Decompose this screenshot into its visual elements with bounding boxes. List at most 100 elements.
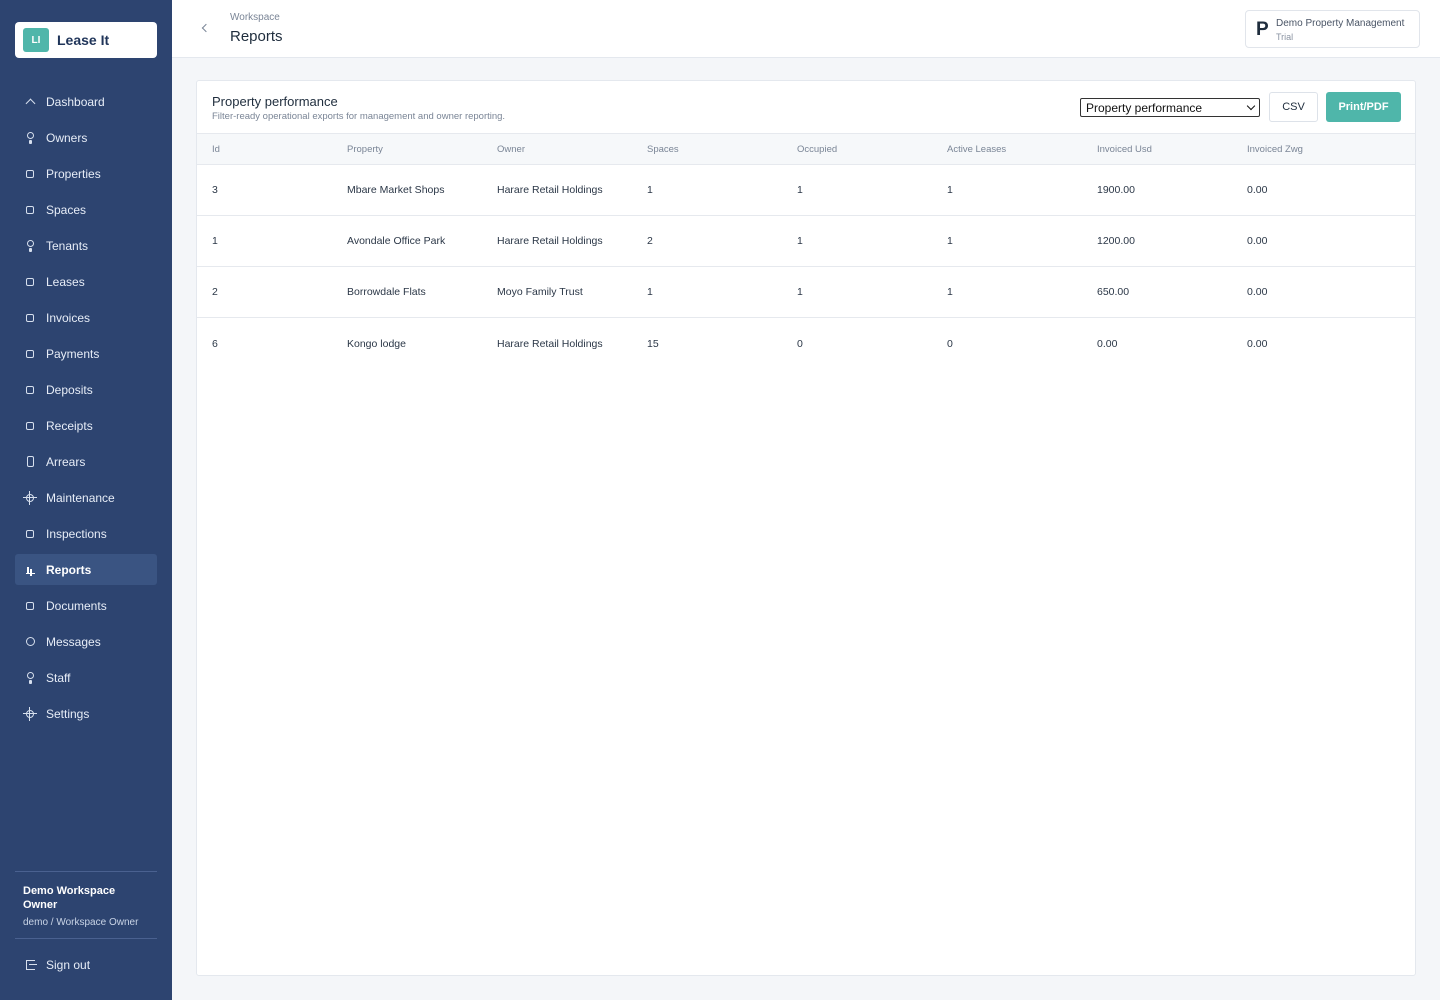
sidebar-item-invoices[interactable]: Invoices <box>15 302 157 333</box>
sidebar-item-label: Staff <box>46 670 71 685</box>
square-icon <box>23 311 37 325</box>
app-logo[interactable]: LI Lease It <box>15 22 157 58</box>
cell-occupied: 1 <box>797 184 803 196</box>
sidebar-item-messages[interactable]: Messages <box>15 626 157 657</box>
report-table: Id Property Owner Spaces Occupied Active… <box>197 133 1415 369</box>
csv-export-button[interactable]: CSV <box>1269 92 1318 122</box>
logo-mark: LI <box>23 28 49 52</box>
table-row[interactable]: 6 Kongo lodge Harare Retail Holdings 15 … <box>197 318 1415 369</box>
sidebar-item-deposits[interactable]: Deposits <box>15 374 157 405</box>
report-type-select[interactable]: Property performance <box>1080 98 1260 117</box>
square-icon <box>23 347 37 361</box>
sidebar-item-receipts[interactable]: Receipts <box>15 410 157 441</box>
person-icon <box>23 671 37 685</box>
sidebar-item-inspections[interactable]: Inspections <box>15 518 157 549</box>
phone-icon <box>23 455 37 469</box>
sidebar-item-properties[interactable]: Properties <box>15 158 157 189</box>
gear-icon <box>23 706 37 721</box>
sidebar-item-dashboard[interactable]: Dashboard <box>15 86 157 117</box>
sidebar-item-staff[interactable]: Staff <box>15 662 157 693</box>
signout-section: Sign out <box>15 938 157 980</box>
sidebar-item-documents[interactable]: Documents <box>15 590 157 621</box>
square-icon <box>23 203 37 217</box>
message-icon <box>23 635 37 649</box>
square-icon <box>23 275 37 289</box>
column-header[interactable]: Property <box>347 144 497 155</box>
cell-owner: Moyo Family Trust <box>497 286 583 298</box>
cell-spaces: 15 <box>647 337 659 350</box>
cell-invoiced-zwg: 0.00 <box>1247 286 1268 298</box>
column-header[interactable]: Invoiced Usd <box>1097 144 1247 155</box>
sign-out-label: Sign out <box>46 957 91 972</box>
cell-spaces: 2 <box>647 235 653 247</box>
column-header[interactable]: Invoiced Zwg <box>1247 144 1397 155</box>
table-row[interactable]: 1 Avondale Office Park Harare Retail Hol… <box>197 216 1415 267</box>
workspace-switcher[interactable]: P Demo Property Management Trial <box>1245 10 1420 48</box>
bar-chart-icon <box>23 563 37 577</box>
chevron-up-icon <box>23 95 37 109</box>
cell-property: Mbare Market Shops <box>347 184 445 196</box>
sidebar-item-tenants[interactable]: Tenants <box>15 230 157 261</box>
sidebar-item-reports[interactable]: Reports <box>15 554 157 585</box>
sidebar-item-label: Arrears <box>46 454 86 469</box>
sidebar-item-settings[interactable]: Settings <box>15 698 157 729</box>
column-header[interactable]: Spaces <box>647 144 797 155</box>
sidebar-item-leases[interactable]: Leases <box>15 266 157 297</box>
chevron-left-icon <box>201 23 211 33</box>
cell-spaces: 1 <box>647 184 653 196</box>
table-row[interactable]: 3 Mbare Market Shops Harare Retail Holdi… <box>197 165 1415 216</box>
cell-owner: Harare Retail Holdings <box>497 235 603 247</box>
cell-invoiced-usd: 0.00 <box>1097 337 1118 350</box>
back-button[interactable] <box>198 20 214 36</box>
cell-occupied: 1 <box>797 286 803 298</box>
cell-owner: Harare Retail Holdings <box>497 337 603 350</box>
sidebar-item-label: Owners <box>46 130 88 145</box>
column-header[interactable]: Owner <box>497 144 647 155</box>
chevron-down-icon <box>1246 101 1256 111</box>
workspace-name: Demo Property Management <box>1276 18 1405 29</box>
user-role: demo / Workspace Owner <box>23 917 139 928</box>
top-header: Workspace Reports P Demo Property Manage… <box>172 0 1440 58</box>
sidebar-item-label: Documents <box>46 598 107 613</box>
cell-id: 6 <box>212 337 218 350</box>
report-subtitle: Filter-ready operational exports for man… <box>212 111 506 122</box>
sidebar-item-payments[interactable]: Payments <box>15 338 157 369</box>
print-pdf-button[interactable]: Print/PDF <box>1326 92 1401 122</box>
person-icon <box>23 239 37 253</box>
sidebar-item-label: Deposits <box>46 382 93 397</box>
gear-icon <box>23 490 37 505</box>
sidebar-item-spaces[interactable]: Spaces <box>15 194 157 225</box>
cell-invoiced-usd: 1900.00 <box>1097 184 1135 196</box>
sidebar-nav: Dashboard Owners Properties Spaces Tenan… <box>15 86 157 734</box>
square-icon <box>23 419 37 433</box>
sidebar-item-label: Reports <box>46 562 92 577</box>
sidebar-item-label: Settings <box>46 706 90 721</box>
report-panel: Property performance Filter-ready operat… <box>196 80 1416 976</box>
cell-property: Borrowdale Flats <box>347 286 426 298</box>
column-header[interactable]: Occupied <box>797 144 947 155</box>
sidebar-item-maintenance[interactable]: Maintenance <box>15 482 157 513</box>
page-title: Reports <box>230 28 283 45</box>
cell-occupied: 0 <box>797 337 803 350</box>
app-name: Lease It <box>57 32 110 48</box>
report-title: Property performance <box>212 94 338 109</box>
cell-owner: Harare Retail Holdings <box>497 184 603 196</box>
cell-invoiced-zwg: 0.00 <box>1247 235 1268 247</box>
square-icon <box>23 527 37 541</box>
user-info: Demo Workspace Owner demo / Workspace Ow… <box>15 871 157 928</box>
sidebar-item-label: Messages <box>46 634 101 649</box>
sidebar-item-arrears[interactable]: Arrears <box>15 446 157 477</box>
sidebar-item-owners[interactable]: Owners <box>15 122 157 153</box>
sidebar-item-label: Spaces <box>46 202 87 217</box>
column-header[interactable]: Active Leases <box>947 144 1097 155</box>
column-header[interactable]: Id <box>197 144 347 155</box>
sidebar-item-label: Properties <box>46 166 101 181</box>
sign-out-button[interactable]: Sign out <box>15 949 157 980</box>
cell-active-leases: 1 <box>947 184 953 196</box>
cell-invoiced-zwg: 0.00 <box>1247 337 1268 350</box>
workspace-plan: Trial <box>1276 32 1294 42</box>
square-icon <box>23 167 37 181</box>
cell-active-leases: 1 <box>947 286 953 298</box>
cell-invoiced-usd: 1200.00 <box>1097 235 1135 247</box>
table-row[interactable]: 2 Borrowdale Flats Moyo Family Trust 1 1… <box>197 267 1415 318</box>
